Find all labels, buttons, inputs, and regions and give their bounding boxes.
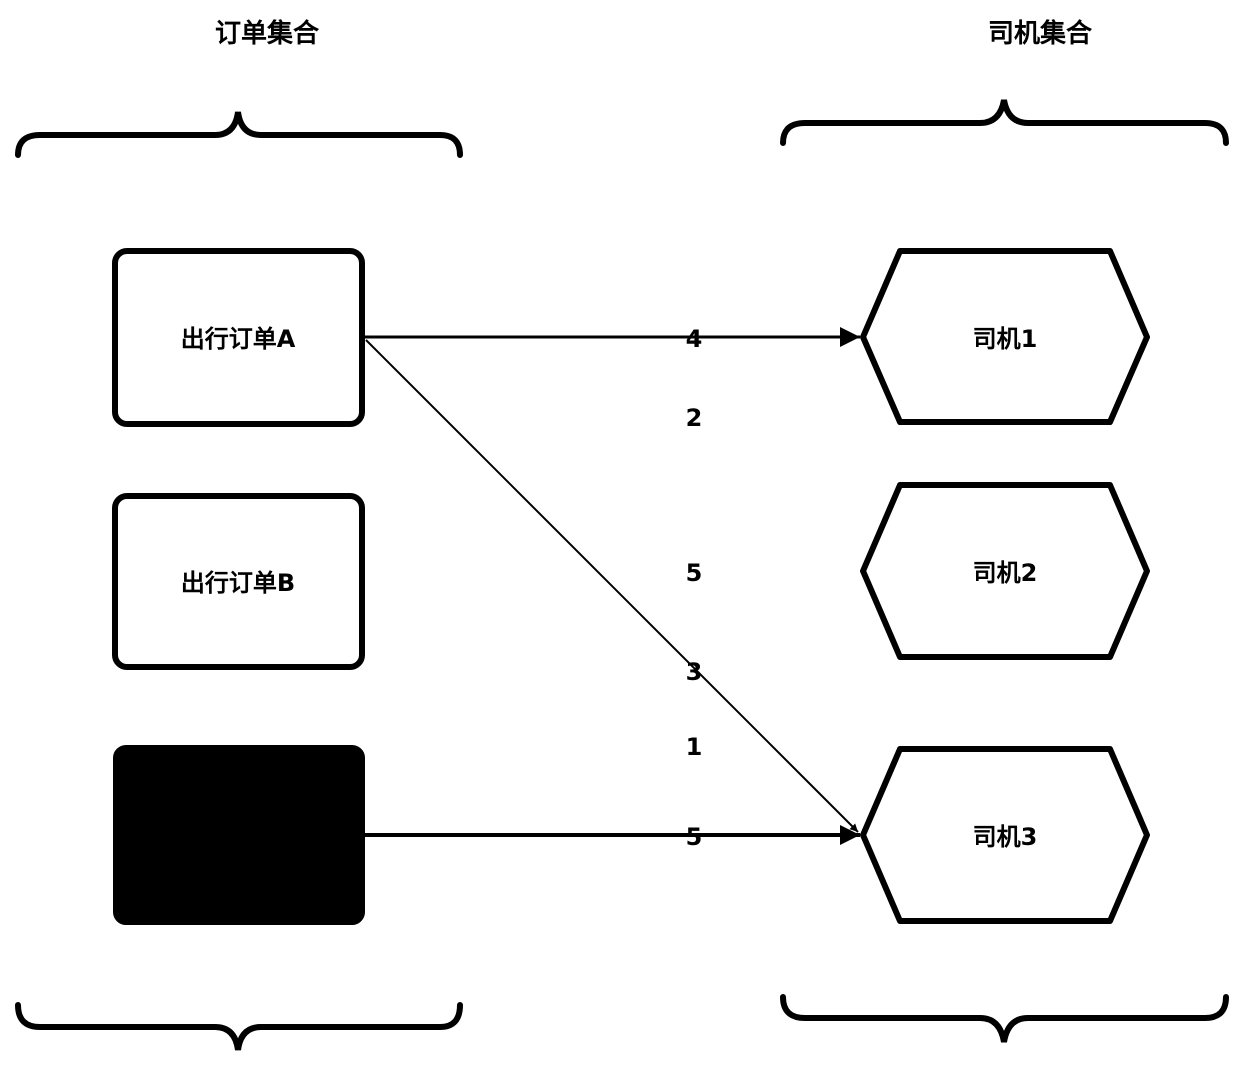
bipartite-diagram: 订单集合 司机集合 出行订单A 出行订单B 司机1 司机2 司机3 4 2 5 … [15,18,1229,1051]
drivers-top-brace [780,99,1229,146]
driver-node-3[interactable]: 司机3 [860,746,1150,924]
orders-bottom-brace [15,1002,463,1051]
order-label-a: 出行订单A [181,325,296,353]
order-node-c-filled[interactable] [113,745,365,925]
order-node-a[interactable]: 出行订单A [112,248,365,427]
weight-label: 3 [686,658,703,686]
order-node-b[interactable]: 出行订单B [112,493,365,670]
driver-label-3: 司机3 [973,823,1038,851]
drivers-set-title: 司机集合 [988,18,1093,49]
weight-label: 5 [686,823,703,851]
weight-label: 5 [686,559,703,587]
order-label-b: 出行订单B [181,569,295,597]
weight-label: 1 [686,733,703,761]
drivers-bottom-brace [780,994,1229,1043]
orders-top-brace [15,111,463,158]
driver-label-1: 司机1 [973,325,1038,353]
edge-a-to-driver-3 [365,339,859,833]
driver-label-2: 司机2 [973,559,1038,587]
weight-label: 4 [686,325,703,353]
driver-node-1[interactable]: 司机1 [860,248,1150,425]
weight-label: 2 [686,404,703,432]
orders-set-title: 订单集合 [215,18,320,49]
driver-node-2[interactable]: 司机2 [860,482,1150,660]
